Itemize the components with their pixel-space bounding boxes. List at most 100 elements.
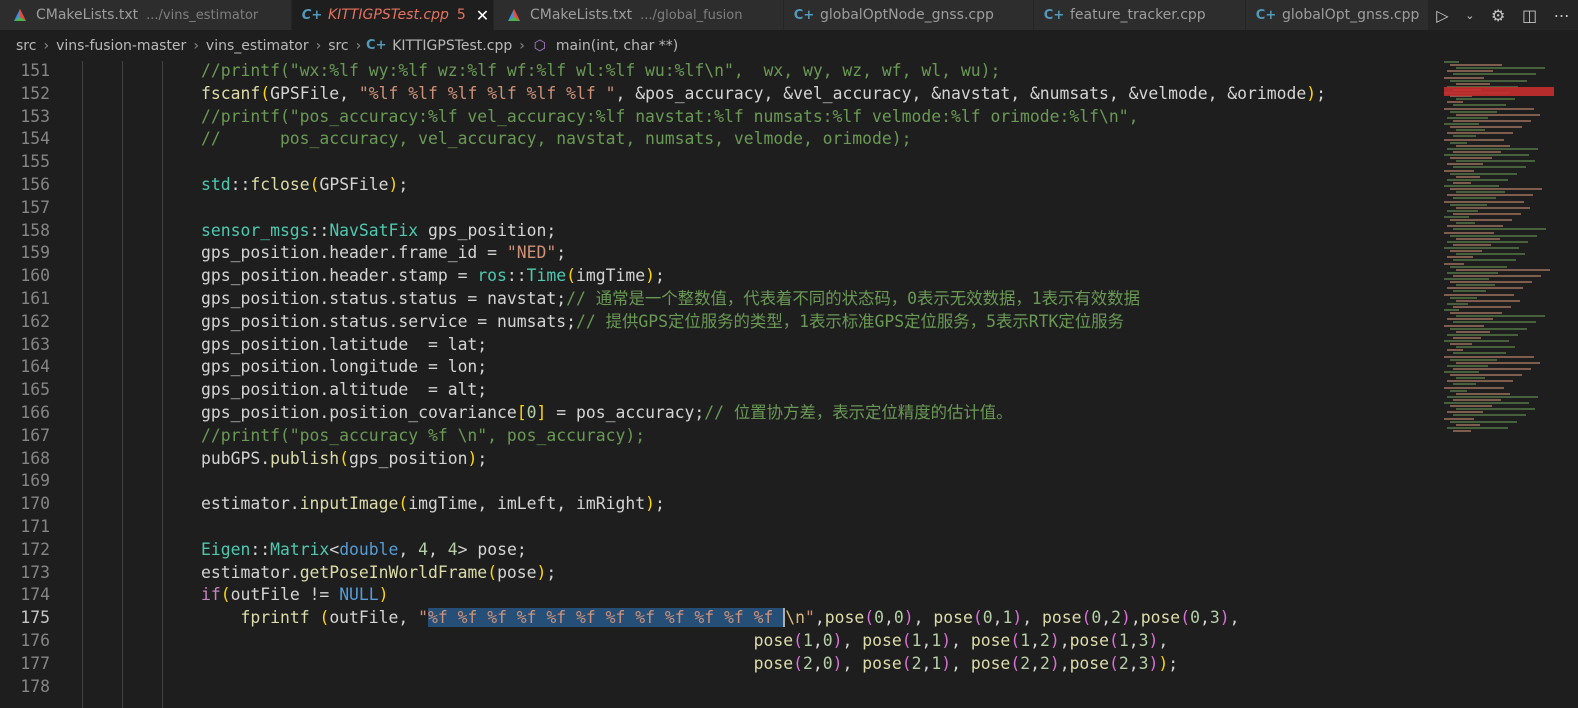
code-line[interactable]: 176 pose(1,0), pose(1,1), pose(1,2),pose… (0, 630, 1440, 653)
code-line[interactable]: 158 sensor_msgs::NavSatFix gps_position; (0, 220, 1440, 243)
code-token: 2 (1039, 653, 1050, 673)
code-line[interactable]: 153 //printf("pos_accuracy:%lf vel_accura… (0, 106, 1440, 129)
minimap-line (1456, 284, 1495, 287)
split-editor-icon[interactable]: ◫ (1522, 6, 1537, 25)
code-token: ( (319, 608, 330, 628)
minimap-line (1444, 61, 1459, 63)
code-token: , (428, 539, 448, 559)
breadcrumb-item[interactable]: src (328, 38, 348, 54)
code-line[interactable]: 164 gps_position.longitude = lon; (0, 356, 1440, 379)
code-line[interactable]: 173 estimator.getPoseInWorldFrame(pose); (0, 562, 1440, 585)
tab-feature-tracker[interactable]: C+ feature_tracker.cpp (1034, 0, 1246, 30)
minimap-line (1450, 203, 1487, 206)
code-token: imgTime (576, 266, 646, 286)
code-line[interactable]: 170 estimator.inputImage(imgTime, imLeft,… (0, 493, 1440, 516)
code-line[interactable]: 172 Eigen::Matrix<double, 4, 4> pose; (0, 539, 1440, 562)
code-line[interactable]: 171 (0, 516, 1440, 539)
tab-cmakelists-vins-estimator[interactable]: CMakeLists.txt .../vins_estimator (0, 0, 292, 30)
code-token: double (339, 539, 399, 559)
code-editor[interactable]: 151 //printf("wx:%lf wy:%lf wz:%lf wf:%lf… (0, 61, 1440, 708)
code-text: estimator.inputImage(imgTime, imLeft, im… (201, 493, 665, 516)
minimap-line (1453, 414, 1526, 417)
minimap-line (1450, 188, 1542, 191)
minimap-line (1450, 358, 1497, 361)
code-line[interactable]: 151 //printf("wx:%lf wy:%lf wz:%lf wf:%lf… (0, 61, 1440, 83)
code-token: //printf("pos_accuracy %f \n", pos_accur… (201, 425, 646, 445)
code-line[interactable]: 175 fprintf (outFile, "%f %f %f %f %f %f… (0, 607, 1440, 630)
code-token: 2 (1039, 631, 1050, 650)
code-token: ( (566, 266, 577, 286)
code-line[interactable]: 177 pose(2,0), pose(2,1), pose(2,2),pose… (0, 653, 1440, 676)
breadcrumb-file[interactable]: C+ KITTIGPSTest.cpp (366, 38, 512, 54)
chevron-right-icon: › (193, 37, 199, 54)
minimap-line (1450, 141, 1467, 144)
run-icon[interactable]: ▷ (1436, 6, 1448, 25)
code-line[interactable]: 167 //printf("pos_accuracy %f \n", pos_ac… (0, 425, 1440, 448)
code-line[interactable]: 169 (0, 470, 1440, 493)
minimap-line (1447, 163, 1483, 166)
code-line[interactable]: 165 gps_position.altitude = alt; (0, 379, 1440, 402)
code-token: imgTime, imLeft, imRight (408, 494, 646, 514)
tab-globaloptnode-gnss[interactable]: C+ globalOptNode_gnss.cpp (784, 0, 1034, 30)
minimap-line (1453, 305, 1511, 308)
code-line[interactable]: 161 gps_position.status.status = navstat;… (0, 288, 1440, 311)
code-line[interactable]: 155 (0, 151, 1440, 174)
code-token: 1 (931, 653, 942, 673)
breadcrumb-item[interactable]: vins-fusion-master (56, 38, 186, 54)
code-line[interactable]: 174 if(outFile != NULL) (0, 584, 1440, 607)
chevron-down-icon[interactable]: ⌄ (1465, 9, 1474, 22)
code-line[interactable]: 166 gps_position.position_covariance[0] =… (0, 402, 1440, 425)
code-line[interactable]: 178 (0, 676, 1440, 699)
line-number: 175 (20, 608, 50, 628)
more-actions-icon[interactable]: ⋯ (1554, 6, 1570, 25)
close-icon[interactable]: ✕ (476, 6, 489, 25)
code-token: , (1158, 631, 1169, 650)
code-line[interactable]: 168 pubGPS.publish(gps_position); (0, 448, 1440, 471)
text-selection: %f %f %f %f %f %f %f %f %f %f %f %f (428, 608, 784, 628)
code-token: "NED" (506, 243, 557, 263)
line-number: 164 (20, 357, 50, 377)
line-number: 151 (20, 61, 50, 80)
code-text: std::fclose(GPSFile); (201, 174, 408, 197)
code-text: estimator.getPoseInWorldFrame(pose); (201, 562, 556, 585)
code-text: fscanf(GPSFile, "%lf %lf %lf %lf %lf %lf… (201, 83, 1326, 106)
code-token: ) (832, 653, 843, 673)
minimap-line (1447, 209, 1478, 212)
code-line[interactable]: 157 (0, 197, 1440, 220)
code-line[interactable]: 159 gps_position.header.frame_id = "NED"; (0, 242, 1440, 265)
code-token: 0 (1190, 608, 1200, 628)
line-number: 153 (20, 106, 50, 126)
tab-cmakelists-global-fusion[interactable]: CMakeLists.txt .../global_fusion (494, 0, 784, 30)
code-token: , (1130, 608, 1141, 628)
minimap-line (1456, 299, 1520, 302)
breadcrumb-symbol[interactable]: ⬡ main(int, char **) (532, 38, 679, 54)
breadcrumb-item[interactable]: vins_estimator (206, 38, 309, 54)
minimap-line (1447, 70, 1493, 73)
code-token: ) (378, 585, 389, 605)
line-number: 176 (20, 631, 50, 650)
code-token: 1 (911, 631, 922, 650)
code-line[interactable]: 152 fscanf(GPSFile, "%lf %lf %lf %lf %lf … (0, 83, 1440, 106)
minimap-line (1450, 374, 1522, 377)
code-line[interactable]: 163 gps_position.latitude = lat; (0, 334, 1440, 357)
code-line[interactable]: 160 gps_position.header.stamp = ros::Time… (0, 265, 1440, 288)
code-token: gps_position.header.frame_id = (201, 243, 507, 263)
tab-globalopt-gnss[interactable]: C+ globalOpt_gnss.cpp (1246, 0, 1446, 30)
code-text: gps_position.altitude = alt; (201, 379, 487, 402)
tab-kittigpstest[interactable]: C+ KITTIGPSTest.cpp 5 ✕ (292, 0, 494, 30)
minimap-line (1450, 420, 1517, 423)
minimap-line (1444, 76, 1484, 79)
code-token: fscanf (201, 83, 261, 103)
code-token: 3 (1138, 653, 1149, 673)
minimap[interactable] (1440, 61, 1578, 708)
minimap-line (1447, 426, 1508, 429)
code-token: 4 (418, 539, 429, 559)
gear-icon[interactable]: ⚙ (1491, 6, 1505, 25)
code-line[interactable]: 154 // pos_accuracy, vel_accuracy, navsta… (0, 128, 1440, 151)
breadcrumb-item[interactable]: src (16, 38, 36, 54)
code-text: gps_position.latitude = lat; (201, 334, 487, 357)
cmake-icon (12, 7, 28, 23)
code-line[interactable]: 162 gps_position.status.service = numsats… (0, 311, 1440, 334)
code-text: gps_position.header.stamp = ros::Time(im… (201, 265, 665, 288)
code-line[interactable]: 156 std::fclose(GPSFile); (0, 174, 1440, 197)
